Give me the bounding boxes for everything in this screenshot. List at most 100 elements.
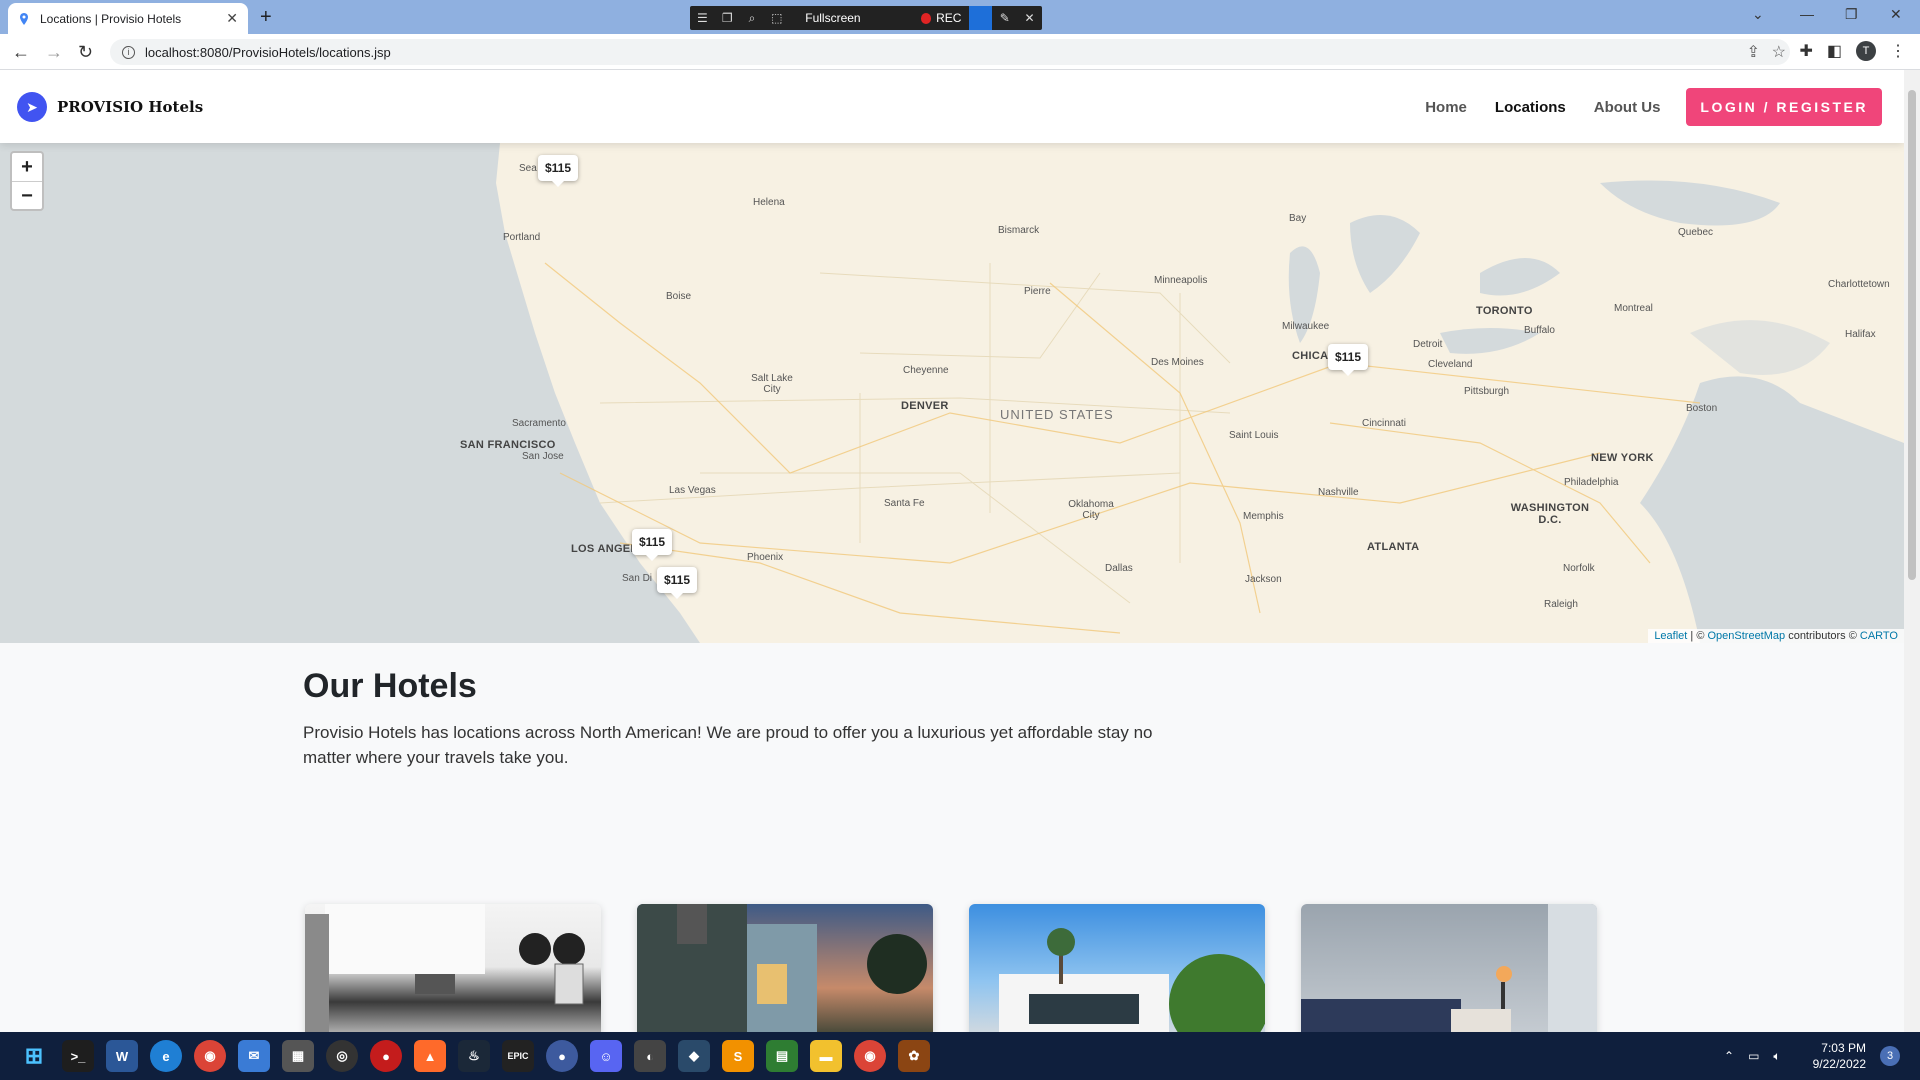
- hotel-card-image[interactable]: [1301, 904, 1597, 1032]
- site-info-icon[interactable]: i: [122, 45, 135, 59]
- mail-icon[interactable]: ✉: [238, 1040, 270, 1072]
- map-label-city: San Di: [622, 573, 653, 584]
- new-tab-icon[interactable]: +: [260, 6, 272, 29]
- compass-logo-icon: ➤: [17, 92, 47, 122]
- notification-badge[interactable]: 3: [1880, 1046, 1900, 1066]
- nav-about-us[interactable]: About Us: [1594, 99, 1661, 116]
- map-label-city: Norfolk: [1563, 563, 1595, 574]
- location-pin-icon: [20, 12, 28, 25]
- extensions-area: ✚ ◧ T ⋮: [1799, 41, 1906, 61]
- spreadsheet-icon[interactable]: ▤: [766, 1040, 798, 1072]
- volume-icon[interactable]: 🔈︎: [1773, 1049, 1780, 1064]
- tomcat-icon[interactable]: ✿: [898, 1040, 930, 1072]
- url-field[interactable]: i localhost:8080/ProvisioHotels/location…: [110, 39, 1790, 65]
- window-icon[interactable]: ❐: [715, 11, 740, 25]
- clock[interactable]: 7:03 PM 9/22/2022: [1813, 1040, 1866, 1072]
- clock-time: 7:03 PM: [1821, 1041, 1866, 1055]
- record-state-icon[interactable]: [969, 6, 993, 30]
- epic-games-icon[interactable]: EPIC: [502, 1040, 534, 1072]
- hotel-price-marker[interactable]: $115: [538, 155, 579, 187]
- edge-icon[interactable]: e: [150, 1040, 182, 1072]
- forward-icon[interactable]: →: [45, 42, 63, 63]
- tab-title: Locations | Provisio Hotels: [40, 11, 182, 26]
- close-tab-icon[interactable]: ✕: [226, 10, 238, 27]
- chevron-up-icon[interactable]: ⌃: [1724, 1049, 1734, 1063]
- map-label-city: NEW YORK: [1591, 452, 1654, 464]
- network-icon[interactable]: ▭: [1748, 1049, 1759, 1063]
- zoom-out-button[interactable]: −: [12, 181, 42, 209]
- nav-home[interactable]: Home: [1425, 99, 1467, 116]
- word-icon[interactable]: W: [106, 1040, 138, 1072]
- hotel-price-marker[interactable]: $115: [632, 529, 673, 561]
- map-label-city: San Jose: [522, 451, 564, 462]
- hotel-card-image[interactable]: [969, 904, 1265, 1032]
- openstreetmap-link[interactable]: OpenStreetMap: [1707, 630, 1785, 642]
- page-scrollbar[interactable]: [1904, 70, 1920, 1032]
- tab-search-icon[interactable]: ⌄: [1752, 6, 1764, 23]
- browser-menu-icon[interactable]: ⋮: [1890, 41, 1906, 61]
- kitchen-image: [305, 904, 585, 1032]
- map-attribution: Leaflet | © OpenStreetMap contributors ©…: [1648, 629, 1904, 643]
- carto-link[interactable]: CARTO: [1860, 630, 1898, 642]
- hotel-price-marker[interactable]: $115: [1328, 344, 1369, 376]
- bookmark-star-icon[interactable]: ☆: [1772, 42, 1786, 62]
- terminal-icon[interactable]: >_: [62, 1040, 94, 1072]
- map-label-city: Des Moines: [1151, 357, 1204, 368]
- menu-icon[interactable]: ☰: [690, 11, 715, 25]
- close-window-icon[interactable]: ✕: [1890, 6, 1902, 23]
- brand[interactable]: ➤ PROVISIO Hotels: [17, 92, 203, 122]
- windows-start-icon[interactable]: ⊞: [18, 1040, 50, 1072]
- login-register-button[interactable]: LOGIN / REGISTER: [1686, 88, 1882, 126]
- minimize-icon[interactable]: —: [1800, 6, 1814, 22]
- extensions-puzzle-icon[interactable]: ✚: [1799, 41, 1812, 61]
- site-header: ➤ PROVISIO Hotels Home Locations About U…: [0, 70, 1904, 143]
- map-label-city: Boston: [1686, 403, 1718, 414]
- url-text: localhost:8080/ProvisioHotels/locations.…: [145, 44, 391, 60]
- brave-icon[interactable]: ▲: [414, 1040, 446, 1072]
- discord-icon[interactable]: ☺: [590, 1040, 622, 1072]
- map-label-city: Philadelphia: [1564, 477, 1619, 488]
- map-label-city: Jackson: [1245, 574, 1282, 585]
- steam-icon[interactable]: ♨: [458, 1040, 490, 1072]
- file-explorer-icon[interactable]: ▬: [810, 1040, 842, 1072]
- map-label-city: DENVER: [901, 400, 949, 412]
- hotel-price-marker[interactable]: $115: [657, 567, 698, 599]
- rec-label[interactable]: REC: [936, 11, 961, 25]
- browser-tab[interactable]: Locations | Provisio Hotels ✕: [8, 3, 248, 34]
- restore-icon[interactable]: ❐: [1845, 6, 1858, 23]
- attribution-separator: | ©: [1687, 630, 1708, 642]
- map-label-city: Milwaukee: [1282, 321, 1330, 332]
- calculator-icon[interactable]: ▦: [282, 1040, 314, 1072]
- zoom-in-button[interactable]: +: [12, 153, 42, 181]
- crop-icon[interactable]: ⬚: [764, 11, 789, 25]
- hotels-intro: Our Hotels Provisio Hotels has locations…: [303, 667, 1603, 770]
- hotel-card-image[interactable]: [637, 904, 933, 1032]
- share-icon[interactable]: ⇪: [1747, 42, 1760, 62]
- app-icon[interactable]: ●: [546, 1040, 578, 1072]
- pen-icon[interactable]: ✎: [992, 11, 1017, 25]
- record-app-icon[interactable]: ●: [370, 1040, 402, 1072]
- side-panel-icon[interactable]: ◧: [1827, 41, 1842, 61]
- hotel-card-image[interactable]: [305, 904, 601, 1032]
- chrome-icon[interactable]: ◉: [194, 1040, 226, 1072]
- nav-locations[interactable]: Locations: [1495, 99, 1566, 116]
- page-viewport: ➤ PROVISIO Hotels Home Locations About U…: [0, 70, 1904, 1032]
- map-label-city: Oklahoma City: [1068, 499, 1114, 521]
- chrome-active-icon[interactable]: ◉: [854, 1040, 886, 1072]
- workbench-icon[interactable]: ◆: [678, 1040, 710, 1072]
- obs-icon[interactable]: ◎: [326, 1040, 358, 1072]
- hotel-locations-map[interactable]: + − UNITED STATES Sea Portland Helena Bo…: [0, 143, 1904, 643]
- browser-tab-bar: Locations | Provisio Hotels ✕ + ☰ ❐ ⌕ ⬚ …: [0, 0, 1920, 34]
- close-recorder-icon[interactable]: ✕: [1017, 11, 1042, 25]
- region-icon[interactable]: ⌕: [740, 11, 765, 26]
- main-nav: Home Locations About Us LOGIN / REGISTER: [1397, 88, 1882, 126]
- back-icon[interactable]: ←: [12, 42, 30, 63]
- house-exterior-image: [637, 904, 927, 1032]
- sublime-icon[interactable]: S: [722, 1040, 754, 1072]
- fullscreen-mode-label[interactable]: Fullscreen: [805, 11, 860, 25]
- leaflet-link[interactable]: Leaflet: [1654, 630, 1687, 642]
- scrollbar-thumb[interactable]: [1908, 90, 1916, 580]
- reload-icon[interactable]: ↻: [78, 42, 93, 63]
- profile-avatar[interactable]: T: [1856, 41, 1876, 61]
- eclipse-icon[interactable]: ◐: [634, 1040, 666, 1072]
